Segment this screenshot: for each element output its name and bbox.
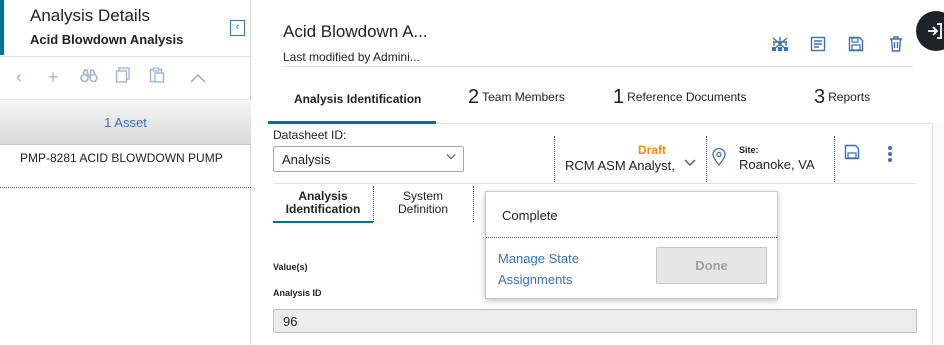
left-panel-title: Analysis Details: [30, 6, 150, 25]
hierarchy-icon[interactable]: [770, 36, 790, 56]
tab-label: Team Members: [482, 90, 565, 104]
page-title: Acid Blowdown A...: [283, 22, 428, 41]
chevron-up-icon[interactable]: [187, 66, 209, 88]
exit-icon[interactable]: [916, 11, 944, 51]
datasheet-value: Analysis: [282, 152, 331, 167]
asset-count: 1 Asset: [104, 115, 147, 130]
divider: [834, 136, 835, 182]
more-options-icon[interactable]: [888, 146, 892, 164]
asset-count-bar[interactable]: 1 Asset: [0, 101, 251, 145]
last-modified: Last modified by Admini...: [283, 50, 420, 64]
datasheet-label: Datasheet ID:: [273, 128, 347, 142]
values-label: Value(s): [273, 262, 308, 272]
accent-bar: [0, 0, 4, 55]
plus-icon[interactable]: +: [42, 66, 64, 88]
datasheet-select[interactable]: Analysis: [273, 146, 464, 172]
trash-icon[interactable]: [886, 36, 906, 56]
report-icon[interactable]: [808, 36, 828, 56]
location-pin-icon: [712, 148, 726, 166]
subtab-label: Analysis Identification: [285, 189, 361, 216]
subtab-system-definition[interactable]: System Definition: [383, 186, 463, 223]
tab-label: Reports: [828, 90, 871, 104]
subtab-analysis-identification[interactable]: Analysis Identification: [273, 186, 373, 223]
save-icon[interactable]: [844, 144, 860, 164]
tab-bar: Analysis Identification 2 Team Members 1R…: [268, 82, 932, 124]
tab-count: 1: [613, 86, 625, 108]
divider: [283, 66, 913, 67]
left-toolbar: ‹ +: [0, 56, 251, 100]
tab-count: 2: [468, 86, 480, 108]
chevron-down-icon: [684, 159, 696, 166]
paste-icon[interactable]: [146, 66, 168, 88]
tab-reports[interactable]: 3 Reports: [814, 82, 894, 124]
chevron-left-icon[interactable]: ‹: [230, 20, 245, 36]
left-panel-subtitle: Acid Blowdown Analysis: [30, 32, 184, 47]
state-popup: Complete Manage State Assignments Done: [485, 191, 778, 299]
divider: [473, 186, 474, 222]
save-icon[interactable]: [846, 36, 866, 56]
manage-state-assignments-link[interactable]: Manage State Assignments: [498, 248, 608, 290]
binoculars-icon[interactable]: [78, 66, 100, 88]
tab-reference-documents[interactable]: 1 Reference Documents: [613, 82, 773, 124]
analysis-id-field[interactable]: 96: [273, 309, 917, 333]
left-panel: Analysis Details Acid Blowdown Analysis …: [0, 0, 251, 345]
chevron-down-icon: [446, 154, 456, 160]
list-item[interactable]: PMP-8281 ACID BLOWDOWN PUMP: [0, 145, 251, 188]
scrollbar[interactable]: [932, 124, 944, 345]
divider: [273, 183, 916, 184]
subtab-label: System Definition: [397, 189, 449, 216]
tab-team-members[interactable]: 2 Team Members: [468, 82, 588, 124]
copy-icon[interactable]: [112, 66, 134, 88]
tab-analysis-identification[interactable]: Analysis Identification: [268, 82, 436, 124]
site-label: Site:: [739, 145, 759, 155]
analysis-id-label: Analysis ID: [273, 288, 322, 298]
divider: [373, 186, 374, 222]
state-status: Draft: [637, 143, 666, 157]
tab-label: Reference Documents: [627, 90, 747, 104]
app-root: Analysis Details Acid Blowdown Analysis …: [0, 0, 944, 345]
state-owner: RCM ASM Analyst,: [565, 158, 675, 173]
site-value: Roanoke, VA: [739, 157, 815, 172]
done-button[interactable]: Done: [656, 247, 767, 284]
chevron-left-icon[interactable]: ‹: [8, 66, 30, 88]
tab-count: 3: [814, 86, 826, 108]
divider: [486, 237, 777, 238]
state-selector[interactable]: Draft RCM ASM Analyst,: [554, 136, 707, 182]
next-state-option[interactable]: Complete: [502, 208, 558, 223]
